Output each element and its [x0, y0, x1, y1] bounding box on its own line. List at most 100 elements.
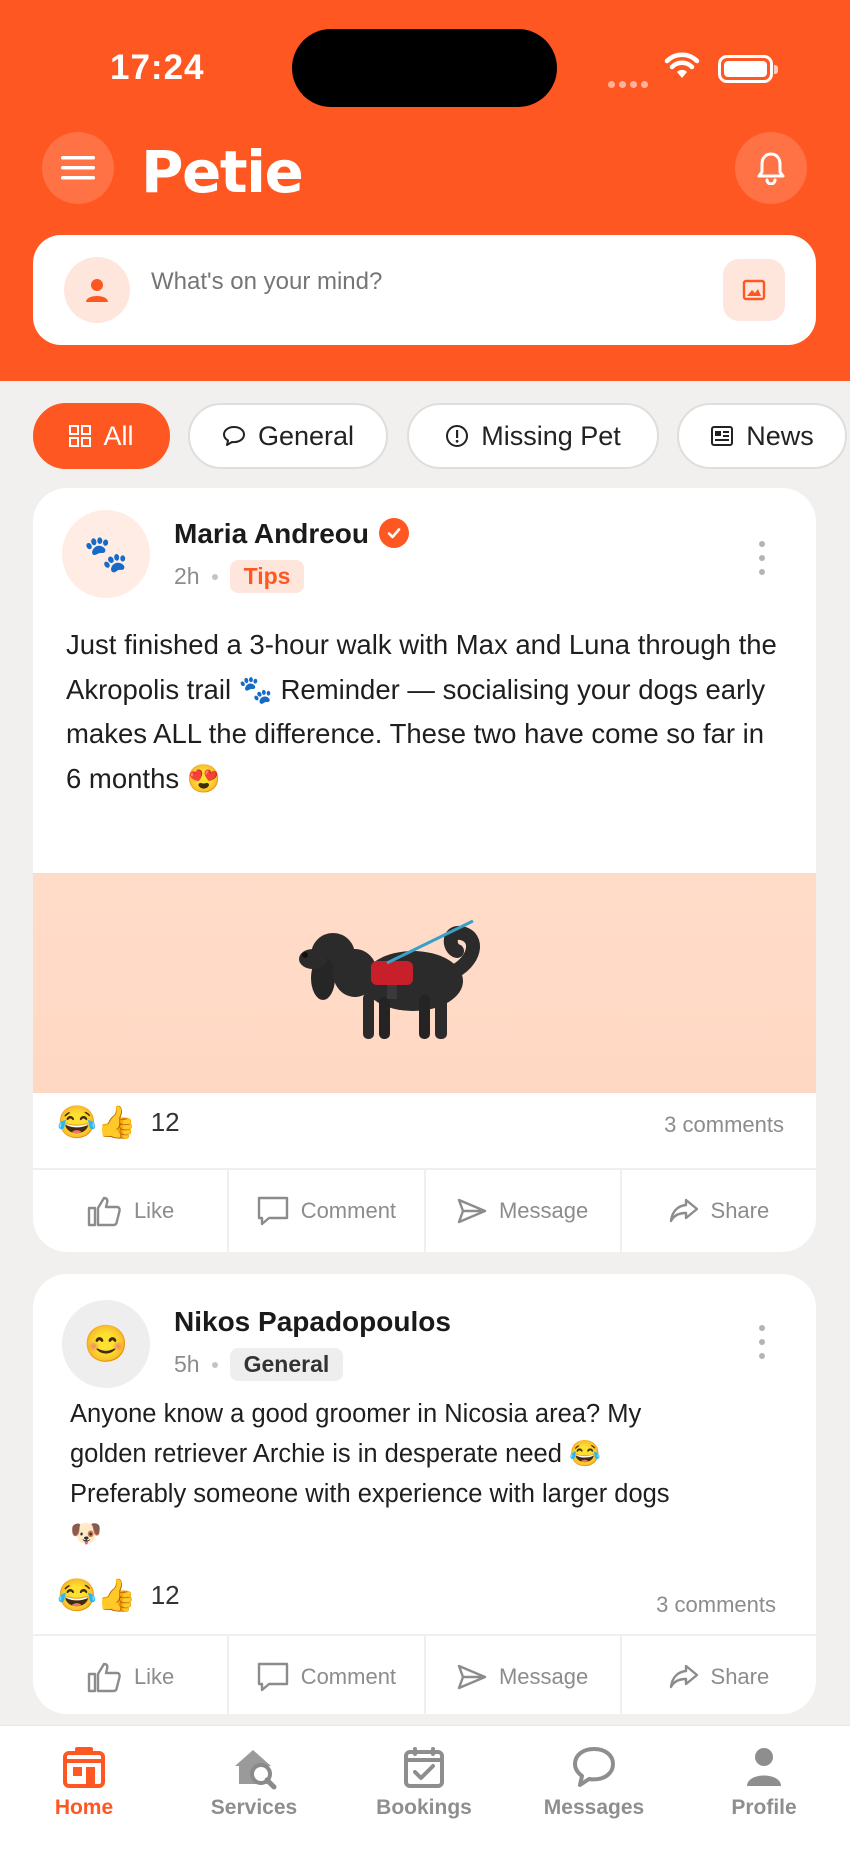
- message-label: Message: [498, 1664, 589, 1689]
- reaction-count: 12: [150, 1106, 180, 1137]
- filter-chip-missing-pet[interactable]: Missing Pet: [407, 403, 659, 469]
- share-button[interactable]: Share: [622, 1170, 816, 1252]
- separator-dot: [211, 573, 218, 580]
- send-icon: [457, 1198, 487, 1224]
- comment-button[interactable]: Comment: [229, 1636, 426, 1714]
- nav-label: Home: [54, 1796, 114, 1819]
- home-icon: [63, 1747, 105, 1788]
- nav-label: Bookings: [376, 1796, 472, 1819]
- bell-icon: [757, 152, 785, 185]
- post-text: Anyone know a good groomer in Nicosia ar…: [70, 1400, 670, 1548]
- message-button[interactable]: Message: [426, 1170, 622, 1252]
- send-icon: [457, 1664, 487, 1690]
- services-icon: [235, 1750, 277, 1790]
- nav-label: Services: [210, 1796, 298, 1819]
- post-time: 5h: [174, 1351, 200, 1377]
- comment-button[interactable]: Comment: [229, 1170, 426, 1252]
- nav-home[interactable]: Home: [19, 1744, 149, 1820]
- notifications-button[interactable]: [735, 132, 807, 204]
- like-button[interactable]: Like: [33, 1170, 230, 1252]
- comments-count[interactable]: 3 comments: [664, 1112, 784, 1138]
- filter-chip-label: All: [103, 420, 134, 451]
- reaction-emojis: 😂👍: [57, 1104, 137, 1140]
- alert-circle-icon: [446, 425, 469, 447]
- post-time: 2h: [174, 563, 200, 589]
- nav-messages[interactable]: Messages: [529, 1744, 659, 1820]
- like-label: Like: [133, 1198, 175, 1223]
- author-avatar[interactable]: 🐾: [62, 510, 150, 598]
- message-label: Message: [498, 1198, 589, 1223]
- share-icon: [669, 1664, 698, 1689]
- comment-icon: [257, 1662, 288, 1692]
- author-name[interactable]: Maria Andreou: [174, 517, 409, 551]
- post-actions: Like Comment Message Share: [33, 1634, 816, 1714]
- filter-chip-all[interactable]: All: [33, 403, 170, 469]
- post-image[interactable]: [33, 873, 816, 1093]
- grid-icon: [69, 425, 92, 447]
- menu-button[interactable]: [42, 132, 114, 204]
- chat-bubble-icon: [222, 426, 245, 446]
- hamburger-icon: [61, 156, 95, 180]
- reactions-summary[interactable]: 😂👍 12: [57, 1103, 180, 1141]
- battery-icon: [718, 55, 778, 83]
- author-name[interactable]: Nikos Papadopoulos: [174, 1306, 451, 1338]
- verified-badge-icon: [379, 517, 409, 548]
- filter-chip-general[interactable]: General: [188, 403, 388, 469]
- post-card: 🐾 Maria Andreou 2h Tips Just finished a …: [33, 488, 816, 1252]
- message-icon: [573, 1747, 615, 1787]
- post-tag[interactable]: Tips: [229, 560, 305, 593]
- reaction-emojis: 😂👍: [57, 1577, 137, 1613]
- author-avatar[interactable]: 😊: [62, 1300, 150, 1388]
- nav-bookings[interactable]: Bookings: [359, 1744, 489, 1820]
- filter-chip-label: Missing Pet: [481, 420, 621, 451]
- comment-label: Comment: [300, 1664, 397, 1689]
- filter-chip-label: News: [746, 420, 814, 451]
- share-label: Share: [710, 1664, 770, 1689]
- cellular-signal-icon: [608, 75, 652, 93]
- post-tag[interactable]: General: [229, 1348, 344, 1381]
- more-options-button[interactable]: [747, 538, 777, 578]
- image-icon: [742, 279, 766, 301]
- filter-chip-label: General: [257, 420, 355, 451]
- reactions-summary[interactable]: 😂👍 12: [57, 1576, 180, 1614]
- profile-icon: [747, 1748, 781, 1786]
- post-text: Just finished a 3-hour walk with Max and…: [66, 629, 777, 794]
- thumbs-up-icon: [87, 1662, 121, 1693]
- message-button[interactable]: Message: [426, 1636, 622, 1714]
- bottom-navigation: Home Services Bookings Messages Profile: [0, 1725, 850, 1851]
- share-button[interactable]: Share: [622, 1636, 816, 1714]
- filter-chip-news[interactable]: News: [677, 403, 847, 469]
- newspaper-icon: [711, 426, 734, 446]
- post-actions: Like Comment Message Share: [33, 1168, 816, 1252]
- status-time: 17:24: [110, 48, 205, 87]
- post-meta: 5h General: [174, 1348, 344, 1381]
- author-name-text: Maria Andreou: [174, 518, 369, 549]
- dynamic-island: [292, 29, 557, 107]
- comment-icon: [257, 1196, 288, 1226]
- calendar-icon: [404, 1747, 444, 1788]
- nav-label: Profile: [731, 1796, 797, 1819]
- nav-label: Messages: [543, 1796, 645, 1819]
- add-photo-button[interactable]: [723, 259, 785, 321]
- user-avatar: [64, 257, 130, 323]
- nav-profile[interactable]: Profile: [699, 1744, 829, 1820]
- nav-services[interactable]: Services: [189, 1744, 319, 1820]
- composer-input[interactable]: [151, 268, 631, 296]
- wifi-icon: [664, 52, 700, 78]
- like-button[interactable]: Like: [33, 1636, 230, 1714]
- person-icon: [86, 279, 108, 302]
- post-card: 😊 Nikos Papadopoulos 5h General Anyone k…: [33, 1274, 816, 1714]
- separator-dot: [211, 1361, 218, 1368]
- share-label: Share: [710, 1198, 770, 1223]
- filter-chips: All General Missing Pet News: [0, 403, 850, 469]
- like-label: Like: [133, 1664, 175, 1689]
- post-composer[interactable]: [33, 235, 816, 345]
- app-header: 17:24 Petie: [0, 0, 850, 381]
- more-options-button[interactable]: [747, 1322, 777, 1362]
- thumbs-up-icon: [87, 1196, 121, 1227]
- app-logo[interactable]: Petie: [141, 138, 304, 206]
- comment-label: Comment: [300, 1198, 397, 1223]
- comments-count[interactable]: 3 comments: [656, 1592, 776, 1618]
- share-icon: [669, 1198, 698, 1223]
- reaction-count: 12: [150, 1579, 180, 1610]
